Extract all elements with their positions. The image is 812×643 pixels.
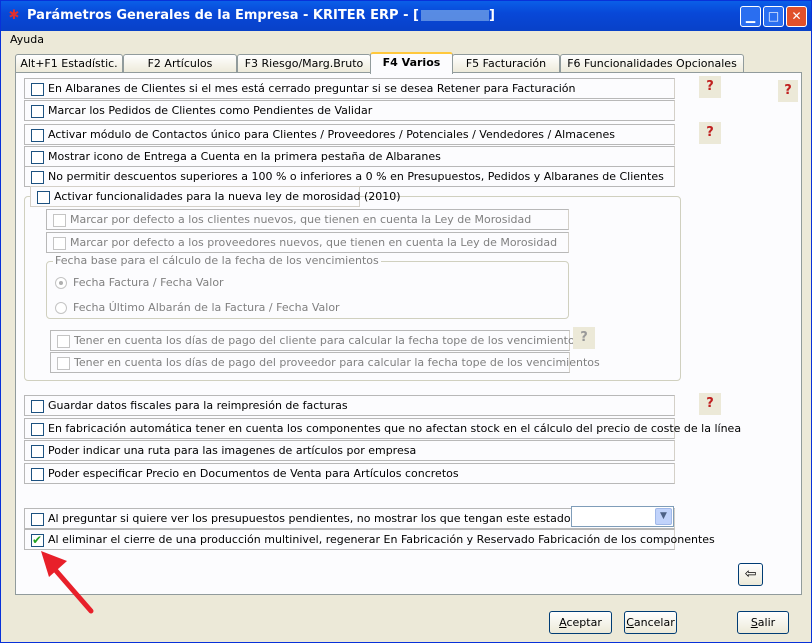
app-icon: ✱ <box>8 8 20 23</box>
checkbox[interactable] <box>53 237 66 250</box>
option-label: Marcar por defecto a los proveedores nue… <box>70 236 558 249</box>
option-descuentos-limite[interactable]: No permitir descuentos superiores a 100 … <box>24 166 675 187</box>
fecha-base-legend: Fecha base para el cálculo de la fecha d… <box>53 254 381 267</box>
option-label: Al preguntar si quiere ver los presupues… <box>48 512 571 525</box>
option-label: Tener en cuenta los días de pago del pro… <box>74 356 600 369</box>
checkbox[interactable] <box>31 445 44 458</box>
checkbox-checked[interactable] <box>31 533 44 547</box>
option-label: En fabricación automática tener en cuent… <box>48 422 742 435</box>
close-icon[interactable]: ✕ <box>786 6 807 27</box>
chevron-down-icon[interactable]: ▼ <box>655 508 672 525</box>
checkbox[interactable] <box>31 105 44 118</box>
option-label: Tener en cuenta los días de pago del cli… <box>74 334 581 347</box>
tab-strip: Alt+F1 Estadístic. F2 Artículos F3 Riesg… <box>15 52 795 74</box>
option-clientes-morosidad[interactable]: Marcar por defecto a los clientes nuevos… <box>46 209 569 230</box>
help-icon[interactable]: ? <box>778 80 798 102</box>
checkbox[interactable] <box>31 151 44 164</box>
cancelar-hotkey: C <box>626 616 634 629</box>
fecha-base-group: Fecha base para el cálculo de la fecha d… <box>46 254 569 319</box>
aceptar-label: ceptar <box>566 616 602 629</box>
option-dias-pago-cliente[interactable]: Tener en cuenta los días de pago del cli… <box>50 330 580 351</box>
help-icon[interactable]: ? <box>573 327 595 349</box>
checkbox[interactable] <box>37 191 50 204</box>
tab-panel-varios: En Albaranes de Clientes si el mes está … <box>15 72 802 595</box>
checkbox[interactable] <box>31 129 44 142</box>
tab-articulos[interactable]: F2 Artículos <box>123 54 237 73</box>
checkbox[interactable] <box>57 357 70 370</box>
option-label: Activar funcionalidades para la nueva le… <box>54 190 401 203</box>
checkbox[interactable] <box>31 423 44 436</box>
option-fabricacion-componentes[interactable]: En fabricación automática tener en cuent… <box>24 418 741 439</box>
radio-label: Fecha Último Albarán de la Factura / Fec… <box>73 301 340 314</box>
checkbox[interactable] <box>31 83 44 96</box>
checkbox[interactable] <box>57 335 70 348</box>
radio-label: Fecha Factura / Fecha Valor <box>73 276 224 289</box>
title-bar[interactable]: ✱ Parámetros Generales de la Empresa - K… <box>1 1 811 31</box>
option-ruta-imagenes[interactable]: Poder indicar una ruta para las imagenes… <box>24 440 675 461</box>
option-label: Mostrar icono de Entrega a Cuenta en la … <box>48 150 441 163</box>
tab-varios[interactable]: F4 Varios <box>370 52 453 74</box>
back-arrow-button[interactable]: ⇦ <box>738 563 763 586</box>
salir-button[interactable]: Salir <box>737 611 789 634</box>
option-label: Poder especificar Precio en Documentos d… <box>48 467 459 480</box>
option-label: No permitir descuentos superiores a 100 … <box>48 170 664 183</box>
option-retener-facturacion[interactable]: En Albaranes de Clientes si el mes está … <box>24 78 675 99</box>
salir-hotkey: S <box>750 616 758 629</box>
window-title-suffix: ] <box>488 8 495 23</box>
option-dias-pago-proveedor[interactable]: Tener en cuenta los días de pago del pro… <box>50 352 600 373</box>
tab-funcionalidades[interactable]: F6 Funcionalidades Opcionales <box>560 54 744 73</box>
tab-facturacion[interactable]: F5 Facturación <box>452 54 560 73</box>
option-label: Al eliminar el cierre de una producción … <box>48 533 715 546</box>
help-icon[interactable]: ? <box>699 122 721 144</box>
maximize-icon[interactable]: □ <box>763 6 784 27</box>
checkbox[interactable] <box>53 214 66 227</box>
help-icon[interactable]: ? <box>699 393 721 415</box>
aceptar-button[interactable]: Aceptar <box>549 611 612 634</box>
option-datos-fiscales[interactable]: Guardar datos fiscales para la reimpresi… <box>24 395 675 416</box>
menu-ayuda[interactable]: Ayuda <box>10 33 44 46</box>
redacted-company-name <box>420 10 489 21</box>
checkbox[interactable] <box>31 171 44 184</box>
annotation-arrow-icon <box>41 551 94 614</box>
main-window: ✱ Parámetros Generales de la Empresa - K… <box>0 0 812 643</box>
window-title: Parámetros Generales de la Empresa - KRI… <box>27 8 495 23</box>
help-icon[interactable]: ? <box>699 76 721 98</box>
option-proveedores-morosidad[interactable]: Marcar por defecto a los proveedores nue… <box>46 232 569 253</box>
radio-fecha-factura[interactable] <box>55 277 67 289</box>
option-precio-documentos[interactable]: Poder especificar Precio en Documentos d… <box>24 463 675 484</box>
cancelar-button[interactable]: Cancelar <box>624 611 677 634</box>
option-label: En Albaranes de Clientes si el mes está … <box>48 82 576 95</box>
menu-bar: Ayuda <box>2 31 810 48</box>
tab-estadistic[interactable]: Alt+F1 Estadístic. <box>15 54 123 73</box>
option-label: Poder indicar una ruta para las imagenes… <box>48 444 417 457</box>
option-contactos-unico[interactable]: Activar módulo de Contactos único para C… <box>24 124 675 145</box>
option-label: Activar módulo de Contactos único para C… <box>48 128 615 141</box>
radio-fecha-albaran[interactable] <box>55 302 67 314</box>
window-title-text: Parámetros Generales de la Empresa - KRI… <box>27 8 419 23</box>
option-label: Marcar los Pedidos de Clientes como Pend… <box>48 104 373 117</box>
estado-select[interactable]: ▼ <box>571 506 674 527</box>
checkbox[interactable] <box>31 468 44 481</box>
option-cierre-multinivel[interactable]: Al eliminar el cierre de una producción … <box>24 529 715 550</box>
option-ley-morosidad[interactable]: Activar funcionalidades para la nueva le… <box>30 186 401 207</box>
option-entrega-cuenta[interactable]: Mostrar icono de Entrega a Cuenta en la … <box>24 146 675 167</box>
option-label: Marcar por defecto a los clientes nuevos… <box>70 213 532 226</box>
checkbox[interactable] <box>31 400 44 413</box>
salir-label: alir <box>757 616 776 629</box>
option-pedidos-pendientes[interactable]: Marcar los Pedidos de Clientes como Pend… <box>24 100 675 121</box>
checkbox[interactable] <box>31 513 44 526</box>
option-label: Guardar datos fiscales para la reimpresi… <box>48 399 348 412</box>
cancelar-label: ancelar <box>633 616 675 629</box>
minimize-icon[interactable]: ▁ <box>740 6 761 27</box>
tab-riesgo[interactable]: F3 Riesgo/Marg.Bruto <box>237 54 371 73</box>
